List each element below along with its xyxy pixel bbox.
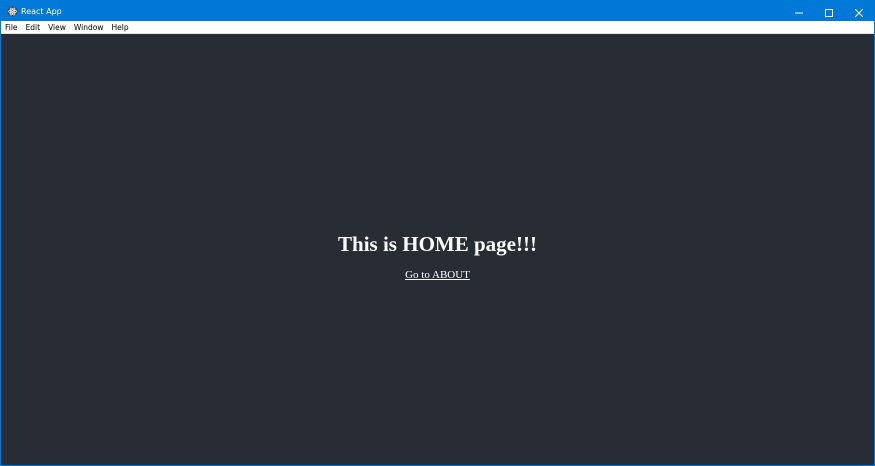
maximize-icon <box>825 2 833 21</box>
window-controls <box>784 1 874 21</box>
menu-view[interactable]: View <box>48 23 66 32</box>
menu-file[interactable]: File <box>5 23 18 32</box>
close-icon <box>854 2 864 21</box>
minimize-button[interactable] <box>784 1 814 21</box>
menu-help[interactable]: Help <box>111 23 128 32</box>
menu-window[interactable]: Window <box>74 23 104 32</box>
maximize-button[interactable] <box>814 1 844 21</box>
about-link-container: Go to ABOUT <box>1 269 874 281</box>
app-window: React App File Edit View Window Help Thi… <box>0 0 875 466</box>
go-to-about-link[interactable]: Go to ABOUT <box>405 269 470 281</box>
window-title: React App <box>21 6 62 16</box>
close-button[interactable] <box>844 1 874 21</box>
menu-bar: File Edit View Window Help <box>1 21 874 34</box>
page-content: This is HOME page!!! Go to ABOUT <box>1 34 874 465</box>
react-atom-icon <box>7 6 18 17</box>
title-bar[interactable]: React App <box>1 1 874 21</box>
minimize-icon <box>795 2 803 21</box>
menu-edit[interactable]: Edit <box>26 23 41 32</box>
page-title: This is HOME page!!! <box>338 232 537 256</box>
